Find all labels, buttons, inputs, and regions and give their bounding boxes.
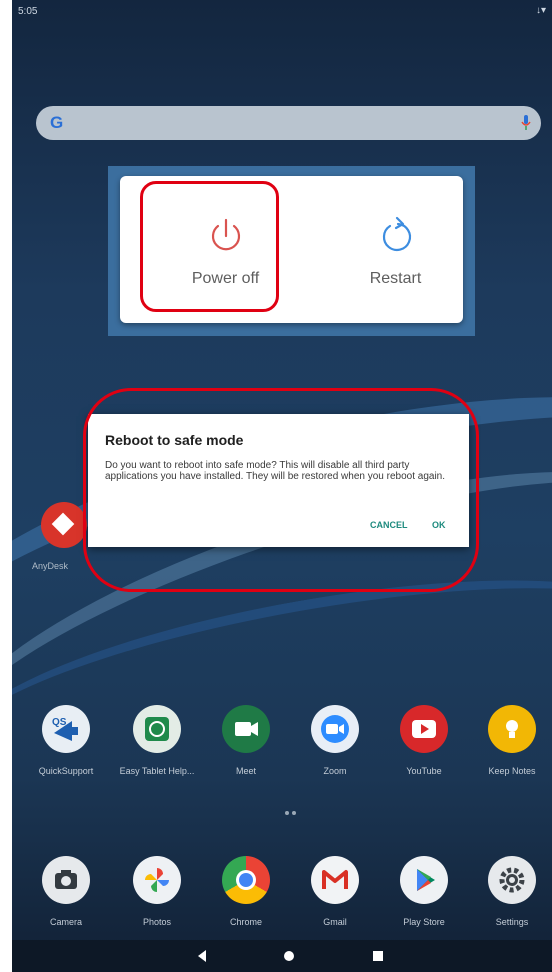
app-label: Gmail — [323, 917, 347, 927]
app-keep-notes[interactable]: Keep Notes — [472, 705, 552, 776]
back-icon[interactable] — [198, 950, 206, 962]
app-gmail[interactable]: Gmail — [295, 856, 375, 927]
app-meet[interactable]: Meet — [206, 705, 286, 776]
app-easy-tablet-help[interactable]: Easy Tablet Help... — [117, 705, 197, 776]
anydesk-app-label: AnyDesk — [32, 561, 69, 571]
dialog-highlight — [83, 388, 479, 592]
chrome-icon — [222, 856, 270, 904]
restart-button[interactable]: Restart — [310, 176, 481, 323]
app-label: Zoom — [323, 766, 347, 776]
app-label: Meet — [235, 766, 256, 776]
app-label: Chrome — [229, 917, 262, 927]
restart-icon — [382, 216, 412, 252]
navigation-bar — [12, 940, 552, 972]
status-icons: ↓▾ — [535, 5, 546, 16]
power-off-highlight — [140, 181, 279, 312]
quicksupport-icon: QS — [42, 705, 90, 753]
status-time: 5:05 — [18, 6, 38, 17]
youtube-icon — [400, 705, 448, 753]
keep-notes-icon — [488, 705, 536, 753]
app-photos[interactable]: Photos — [117, 856, 197, 927]
recents-icon[interactable] — [373, 951, 383, 961]
app-label: YouTube — [406, 766, 442, 776]
app-settings[interactable]: Settings — [472, 856, 552, 927]
app-youtube[interactable]: YouTube — [384, 705, 464, 776]
play-store-icon — [400, 856, 448, 904]
app-label: QuickSupport — [38, 766, 94, 776]
app-label: Photos — [142, 917, 172, 927]
app-quicksupport[interactable]: QS QuickSupport — [26, 705, 106, 776]
app-label: Keep Notes — [488, 766, 536, 776]
google-logo-icon: G — [50, 113, 64, 132]
meet-icon — [222, 705, 270, 753]
app-zoom[interactable]: Zoom — [295, 705, 375, 776]
home-icon[interactable] — [284, 951, 294, 961]
app-chrome[interactable]: Chrome — [206, 856, 286, 927]
svg-text:QS: QS — [52, 717, 67, 728]
camera-icon — [42, 856, 90, 904]
anydesk-app-icon[interactable] — [41, 502, 87, 548]
app-label: Easy Tablet Help... — [119, 766, 195, 776]
easy-tablet-help-icon — [133, 705, 181, 753]
zoom-icon — [311, 705, 359, 753]
app-label: Settings — [495, 917, 529, 927]
app-label: Camera — [49, 917, 82, 927]
microphone-icon[interactable] — [521, 115, 531, 131]
app-play-store[interactable]: Play Store — [384, 856, 464, 927]
app-camera[interactable]: Camera — [26, 856, 106, 927]
app-label: Play Store — [403, 917, 445, 927]
restart-label: Restart — [369, 270, 422, 287]
search-bar[interactable]: G — [36, 106, 541, 140]
settings-gear-icon — [488, 856, 536, 904]
page-indicator — [285, 802, 299, 820]
gmail-icon — [311, 856, 359, 904]
anydesk-logo-icon — [51, 512, 75, 536]
photos-icon — [133, 856, 181, 904]
